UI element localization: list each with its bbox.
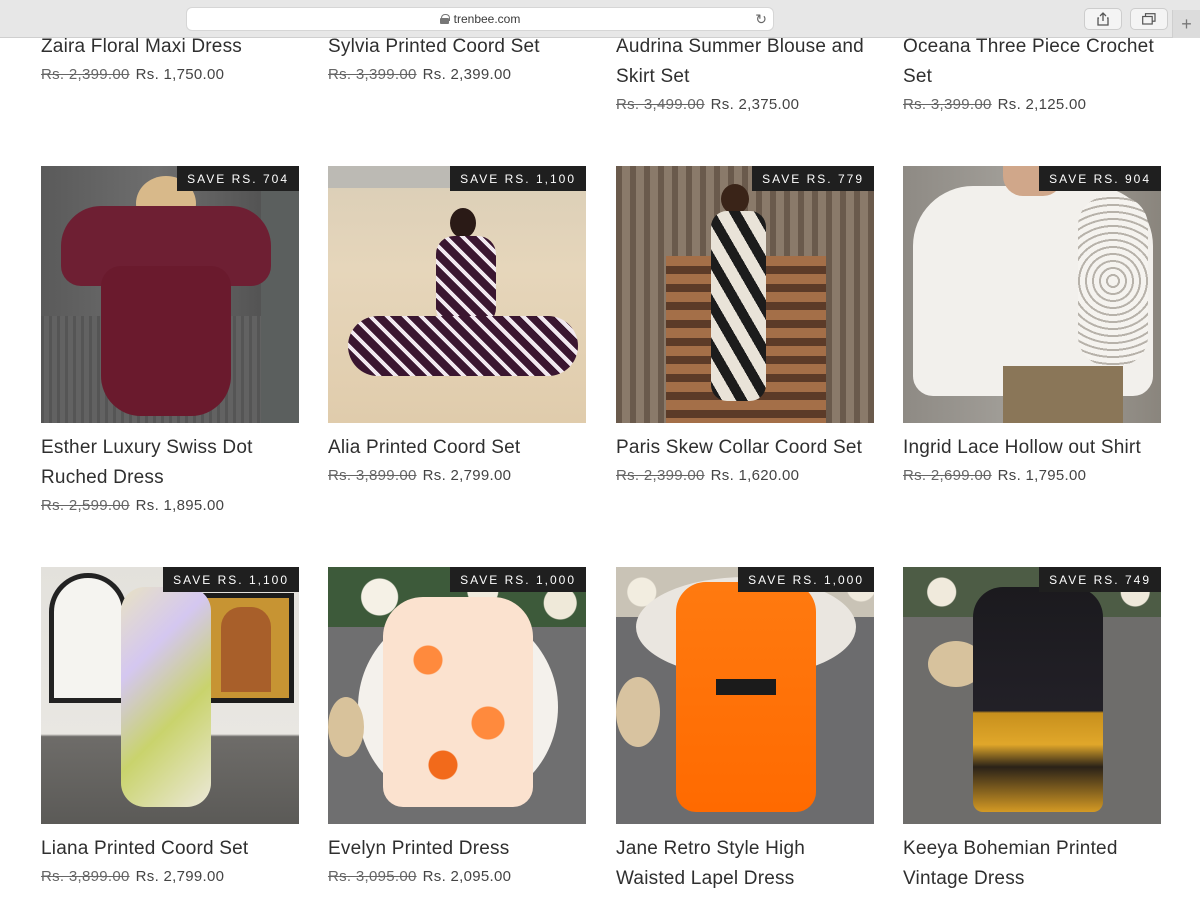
old-price: Rs. 2,399.00 <box>616 467 705 484</box>
product-image[interactable]: SAVE RS. 779 <box>616 166 874 423</box>
product-name[interactable]: Keeya Bohemian Printed Vintage Dress <box>903 834 1161 894</box>
old-price: Rs. 3,399.00 <box>328 66 417 83</box>
sale-price: Rs. 1,895.00 <box>135 497 225 514</box>
product-card[interactable]: SAVE RS. 1,000 Jane Retro Style High Wai… <box>616 567 874 894</box>
product-card[interactable]: SAVE RS. 1,100 Liana Printed Coord Set R… <box>41 567 299 885</box>
product-card[interactable]: SAVE RS. 1,000 Evelyn Printed Dress Rs. … <box>328 567 586 885</box>
product-image[interactable]: SAVE RS. 904 <box>903 166 1161 423</box>
product-name[interactable]: Jane Retro Style High Waisted Lapel Dres… <box>616 834 874 894</box>
sale-price: Rs. 2,399.00 <box>422 66 512 83</box>
product-card[interactable]: SAVE RS. 704 Esther Luxury Swiss Dot Ruc… <box>41 166 299 514</box>
old-price: Rs. 3,095.00 <box>328 868 417 885</box>
sale-price: Rs. 1,795.00 <box>997 467 1087 484</box>
product-card[interactable]: Oceana Three Piece Crochet Set Rs. 3,399… <box>903 38 1161 113</box>
product-image[interactable]: SAVE RS. 749 <box>903 567 1161 824</box>
product-prices: Rs. 3,899.00 Rs. 2,799.00 <box>41 868 299 885</box>
old-price: Rs. 3,499.00 <box>616 96 705 113</box>
product-card[interactable]: Zaira Floral Maxi Dress Rs. 2,399.00 Rs. … <box>41 38 299 83</box>
product-prices: Rs. 3,499.00 Rs. 2,375.00 <box>616 96 874 113</box>
tabs-icon[interactable] <box>1130 8 1168 30</box>
sale-price: Rs. 2,799.00 <box>422 467 512 484</box>
product-name[interactable]: Audrina Summer Blouse and Skirt Set <box>616 38 874 92</box>
product-name[interactable]: Liana Printed Coord Set <box>41 834 299 864</box>
product-card[interactable]: SAVE RS. 904 Ingrid Lace Hollow out Shir… <box>903 166 1161 484</box>
product-prices: Rs. 3,899.00 Rs. 2,799.00 <box>328 467 586 484</box>
product-card[interactable]: Audrina Summer Blouse and Skirt Set Rs. … <box>616 38 874 113</box>
sale-price: Rs. 2,799.00 <box>135 868 225 885</box>
save-badge: SAVE RS. 704 <box>177 166 299 191</box>
product-prices: Rs. 2,699.00 Rs. 1,795.00 <box>903 467 1161 484</box>
save-badge: SAVE RS. 904 <box>1039 166 1161 191</box>
product-image[interactable]: SAVE RS. 1,000 <box>328 567 586 824</box>
product-image[interactable]: SAVE RS. 1,100 <box>328 166 586 423</box>
old-price: Rs. 3,899.00 <box>328 467 417 484</box>
save-badge: SAVE RS. 1,000 <box>738 567 874 592</box>
product-name[interactable]: Ingrid Lace Hollow out Shirt <box>903 433 1161 463</box>
save-badge: SAVE RS. 1,100 <box>450 166 586 191</box>
browser-toolbar: trenbee.com ↻ + <box>0 0 1200 38</box>
product-card[interactable]: SAVE RS. 749 Keeya Bohemian Printed Vint… <box>903 567 1161 894</box>
reload-icon[interactable]: ↻ <box>755 11 767 28</box>
product-name[interactable]: Oceana Three Piece Crochet Set <box>903 38 1161 92</box>
product-image[interactable]: SAVE RS. 704 <box>41 166 299 423</box>
save-badge: SAVE RS. 1,100 <box>163 567 299 592</box>
old-price: Rs. 3,899.00 <box>41 868 130 885</box>
save-badge: SAVE RS. 1,000 <box>450 567 586 592</box>
sale-price: Rs. 1,750.00 <box>135 66 225 83</box>
address-bar[interactable]: trenbee.com ↻ <box>186 7 774 31</box>
new-tab-icon[interactable]: + <box>1172 10 1200 38</box>
product-card[interactable]: SAVE RS. 779 Paris Skew Collar Coord Set… <box>616 166 874 484</box>
sale-price: Rs. 1,620.00 <box>710 467 800 484</box>
product-name[interactable]: Alia Printed Coord Set <box>328 433 586 463</box>
product-image[interactable]: SAVE RS. 1,000 <box>616 567 874 824</box>
product-prices: Rs. 3,095.00 Rs. 2,095.00 <box>328 868 586 885</box>
sale-price: Rs. 2,095.00 <box>422 868 512 885</box>
old-price: Rs. 2,399.00 <box>41 66 130 83</box>
product-prices: Rs. 3,399.00 Rs. 2,399.00 <box>328 66 586 83</box>
product-prices: Rs. 2,399.00 Rs. 1,620.00 <box>616 467 874 484</box>
save-badge: SAVE RS. 749 <box>1039 567 1161 592</box>
product-name[interactable]: Esther Luxury Swiss Dot Ruched Dress <box>41 433 299 493</box>
product-image[interactable]: SAVE RS. 1,100 <box>41 567 299 824</box>
sale-price: Rs. 2,125.00 <box>997 96 1087 113</box>
sale-price: Rs. 2,375.00 <box>710 96 800 113</box>
old-price: Rs. 3,399.00 <box>903 96 992 113</box>
product-name[interactable]: Paris Skew Collar Coord Set <box>616 433 874 463</box>
product-name[interactable]: Sylvia Printed Coord Set <box>328 38 586 62</box>
product-grid: Zaira Floral Maxi Dress Rs. 2,399.00 Rs. … <box>0 38 1200 900</box>
old-price: Rs. 2,599.00 <box>41 497 130 514</box>
lock-icon <box>439 14 450 24</box>
product-prices: Rs. 3,399.00 Rs. 2,125.00 <box>903 96 1161 113</box>
old-price: Rs. 2,699.00 <box>903 467 992 484</box>
product-card[interactable]: Sylvia Printed Coord Set Rs. 3,399.00 Rs.… <box>328 38 586 83</box>
product-name[interactable]: Zaira Floral Maxi Dress <box>41 38 299 62</box>
product-card[interactable]: SAVE RS. 1,100 Alia Printed Coord Set Rs… <box>328 166 586 484</box>
product-prices: Rs. 2,399.00 Rs. 1,750.00 <box>41 66 299 83</box>
save-badge: SAVE RS. 779 <box>752 166 874 191</box>
product-prices: Rs. 2,599.00 Rs. 1,895.00 <box>41 497 299 514</box>
share-icon[interactable] <box>1084 8 1122 30</box>
url-text: trenbee.com <box>453 12 521 26</box>
product-name[interactable]: Evelyn Printed Dress <box>328 834 586 864</box>
